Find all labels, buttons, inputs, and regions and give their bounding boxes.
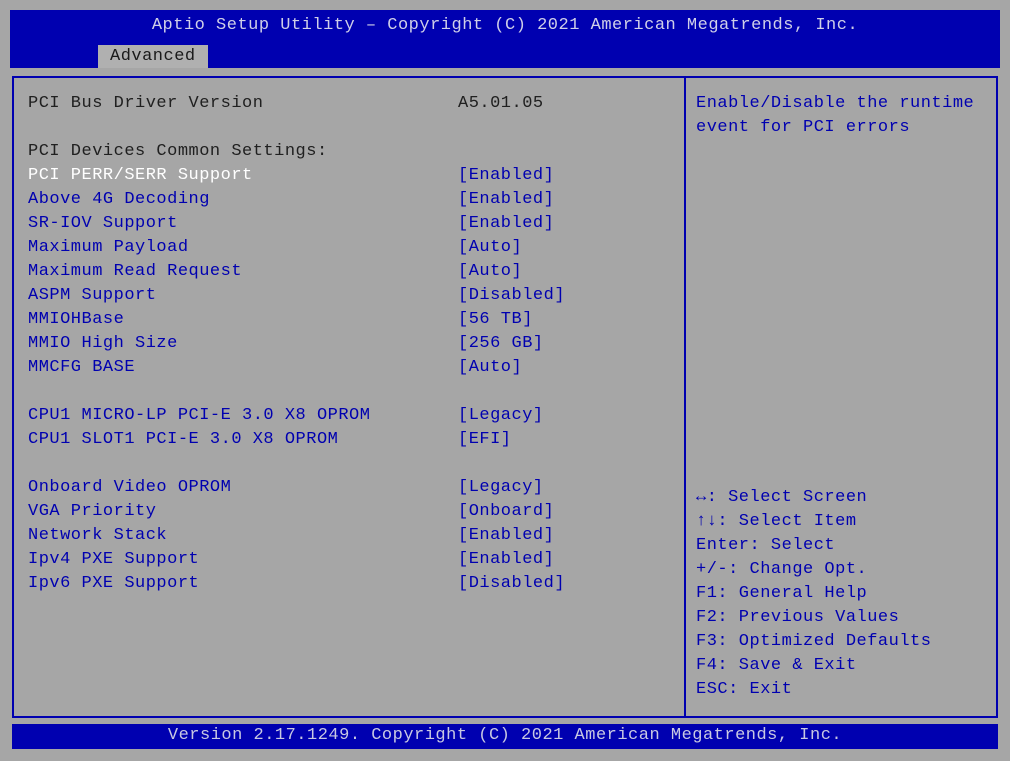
setting-row[interactable]: PCI PERR/SERR Support [Enabled] (28, 164, 670, 188)
arrows-lr-icon: ↔ (696, 488, 707, 507)
setting-value: [Enabled] (458, 164, 554, 188)
key-help-line: ↑↓: Select Item (696, 510, 982, 534)
setting-row[interactable]: Maximum Read Request [Auto] (28, 260, 670, 284)
key-name: F2 (696, 608, 717, 627)
key-help-text: : General Help (717, 584, 867, 603)
key-help-line: +/-: Change Opt. (696, 558, 982, 582)
setting-value: [Onboard] (458, 500, 554, 524)
bios-screen: Aptio Setup Utility – Copyright (C) 2021… (0, 0, 1010, 761)
main-panels: PCI Bus Driver Version A5.01.05 PCI Devi… (12, 76, 998, 718)
setting-row[interactable]: VGA Priority [Onboard] (28, 500, 670, 524)
setting-label: Ipv4 PXE Support (28, 548, 458, 572)
spacer (28, 452, 670, 476)
setting-label: Above 4G Decoding (28, 188, 458, 212)
bios-inner: Aptio Setup Utility – Copyright (C) 2021… (10, 10, 1000, 749)
setting-label: CPU1 SLOT1 PCI-E 3.0 X8 OPROM (28, 428, 458, 452)
setting-label: Maximum Read Request (28, 260, 458, 284)
setting-value: [EFI] (458, 428, 512, 452)
key-help-line: Enter: Select (696, 534, 982, 558)
key-help-line: F4: Save & Exit (696, 654, 982, 678)
header-bar: Aptio Setup Utility – Copyright (C) 2021… (10, 10, 1000, 68)
setting-value: [Enabled] (458, 212, 554, 236)
setting-value: [Enabled] (458, 548, 554, 572)
tab-row: Advanced (98, 45, 208, 68)
key-help-line: F1: General Help (696, 582, 982, 606)
settings-panel: PCI Bus Driver Version A5.01.05 PCI Devi… (14, 78, 686, 716)
setting-label: SR-IOV Support (28, 212, 458, 236)
context-help-text: Enable/Disable the runtime event for PCI… (696, 92, 982, 140)
setting-label: MMCFG BASE (28, 356, 458, 380)
setting-label: Onboard Video OPROM (28, 476, 458, 500)
setting-row[interactable]: CPU1 MICRO-LP PCI-E 3.0 X8 OPROM [Legacy… (28, 404, 670, 428)
setting-label: Maximum Payload (28, 236, 458, 260)
key-help-text: : Previous Values (717, 608, 899, 627)
key-help-text: : Exit (728, 680, 792, 699)
page-title: Aptio Setup Utility – Copyright (C) 2021… (10, 10, 1000, 35)
setting-value: [Disabled] (458, 572, 565, 596)
setting-value: [256 GB] (458, 332, 544, 356)
setting-row[interactable]: Onboard Video OPROM [Legacy] (28, 476, 670, 500)
setting-label: ASPM Support (28, 284, 458, 308)
setting-value: [Auto] (458, 260, 522, 284)
setting-row[interactable]: Ipv4 PXE Support [Enabled] (28, 548, 670, 572)
setting-row[interactable]: Maximum Payload [Auto] (28, 236, 670, 260)
key-help-line: ESC: Exit (696, 678, 982, 702)
key-name: F4 (696, 656, 717, 675)
help-panel: Enable/Disable the runtime event for PCI… (686, 78, 996, 716)
setting-row[interactable]: Network Stack [Enabled] (28, 524, 670, 548)
key-help-block: ↔: Select Screen ↑↓: Select Item Enter: … (696, 486, 982, 702)
setting-label: Ipv6 PXE Support (28, 572, 458, 596)
setting-label: MMIOHBase (28, 308, 458, 332)
version-value: A5.01.05 (458, 92, 544, 116)
setting-value: [56 TB] (458, 308, 533, 332)
setting-row[interactable]: ASPM Support [Disabled] (28, 284, 670, 308)
setting-value: [Enabled] (458, 188, 554, 212)
setting-label: VGA Priority (28, 500, 458, 524)
key-help-text: : Save & Exit (717, 656, 856, 675)
key-help-line: ↔: Select Screen (696, 486, 982, 510)
key-name: F1 (696, 584, 717, 603)
setting-label: CPU1 MICRO-LP PCI-E 3.0 X8 OPROM (28, 404, 458, 428)
key-name: +/- (696, 560, 728, 579)
setting-label: MMIO High Size (28, 332, 458, 356)
key-help-text: : Select Screen (707, 488, 868, 507)
spacer (28, 380, 670, 404)
key-help-text: : Change Opt. (728, 560, 867, 579)
setting-value: [Legacy] (458, 476, 544, 500)
key-help-text: : Select (750, 536, 836, 555)
setting-row[interactable]: CPU1 SLOT1 PCI-E 3.0 X8 OPROM [EFI] (28, 428, 670, 452)
footer-bar: Version 2.17.1249. Copyright (C) 2021 Am… (12, 724, 998, 749)
section-label: PCI Devices Common Settings: (28, 140, 458, 164)
section-header: PCI Devices Common Settings: (28, 140, 670, 164)
setting-value: [Legacy] (458, 404, 544, 428)
key-help-line: F3: Optimized Defaults (696, 630, 982, 654)
key-help-line: F2: Previous Values (696, 606, 982, 630)
version-row: PCI Bus Driver Version A5.01.05 (28, 92, 670, 116)
setting-value: [Auto] (458, 356, 522, 380)
setting-label: PCI PERR/SERR Support (28, 164, 458, 188)
setting-row[interactable]: Ipv6 PXE Support [Disabled] (28, 572, 670, 596)
key-name: F3 (696, 632, 717, 651)
setting-value: [Auto] (458, 236, 522, 260)
key-name: Enter (696, 536, 750, 555)
tab-advanced[interactable]: Advanced (98, 45, 208, 68)
key-help-text: : Optimized Defaults (717, 632, 931, 651)
setting-row[interactable]: SR-IOV Support [Enabled] (28, 212, 670, 236)
setting-row[interactable]: Above 4G Decoding [Enabled] (28, 188, 670, 212)
setting-row[interactable]: MMIO High Size [256 GB] (28, 332, 670, 356)
key-name: ESC (696, 680, 728, 699)
arrows-ud-icon: ↑↓ (696, 512, 717, 531)
key-help-text: : Select Item (717, 512, 856, 531)
setting-row[interactable]: MMIOHBase [56 TB] (28, 308, 670, 332)
setting-value: [Disabled] (458, 284, 565, 308)
version-label: PCI Bus Driver Version (28, 92, 458, 116)
setting-label: Network Stack (28, 524, 458, 548)
setting-value: [Enabled] (458, 524, 554, 548)
spacer (28, 116, 670, 140)
setting-row[interactable]: MMCFG BASE [Auto] (28, 356, 670, 380)
